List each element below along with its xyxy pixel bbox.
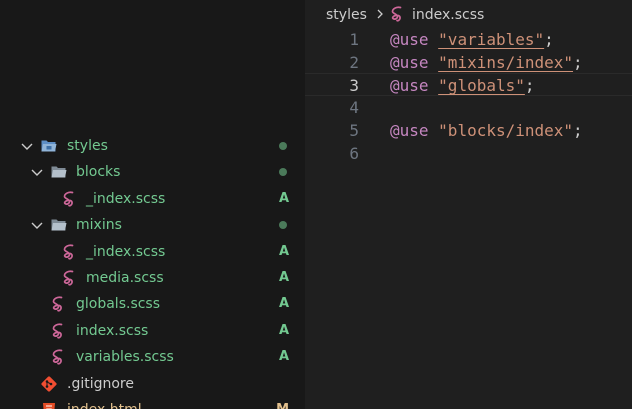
sass-icon [52, 349, 63, 365]
code-line-2[interactable]: 2 @use "mixins/index"; [305, 51, 632, 74]
semicolon: ; [573, 121, 583, 140]
code-text: @use "variables"; [390, 30, 554, 49]
file-label: variables.scss [76, 349, 174, 365]
folder-label: styles [67, 138, 108, 154]
git-status-badge: A [278, 323, 289, 338]
sass-icon [52, 296, 63, 312]
code-editor[interactable]: styles index.scss 1 @use "variables"; 2 … [305, 0, 632, 409]
line-number: 4 [349, 98, 359, 117]
code-line-1[interactable]: 1 @use "variables"; [305, 28, 632, 51]
file-index-html[interactable]: index.html M [0, 397, 305, 409]
file-variables-scss[interactable]: variables.scss A [0, 344, 305, 370]
import-path-link[interactable]: "variables" [438, 30, 544, 49]
folder-open-blue-icon [41, 140, 57, 152]
sass-icon [391, 6, 402, 22]
file-index-scss[interactable]: index.scss A [0, 318, 305, 344]
chevron-right-icon [377, 9, 383, 19]
folder-mixins[interactable]: mixins [0, 212, 305, 238]
file-blocks-index-scss[interactable]: _index.scss A [0, 186, 305, 212]
sass-icon [63, 270, 74, 286]
keyword: @use [390, 121, 429, 140]
file-label: index.scss [76, 323, 149, 339]
line-number: 5 [349, 121, 359, 140]
semicolon: ; [524, 76, 535, 95]
semicolon: ; [573, 53, 583, 72]
explorer-sidebar: styles blocks _index.scss A mixins _inde… [0, 0, 305, 409]
import-path-link[interactable]: "globals" [438, 76, 525, 95]
file-label: _index.scss [86, 191, 166, 207]
sass-icon [63, 191, 74, 207]
folder-label: blocks [76, 164, 121, 180]
sass-icon [52, 323, 63, 339]
git-icon [41, 376, 57, 392]
code-line-4[interactable]: 4 [305, 96, 632, 119]
file-label: .gitignore [67, 376, 134, 392]
code-text: @use "globals"; [390, 76, 535, 95]
code-text: @use "blocks/index"; [390, 121, 583, 140]
folder-styles[interactable]: styles [0, 133, 305, 159]
file-globals-scss[interactable]: globals.scss A [0, 291, 305, 317]
git-status-badge: A [278, 244, 289, 259]
git-status-badge: M [276, 401, 289, 409]
line-number: 1 [349, 30, 359, 49]
keyword: @use [390, 30, 429, 49]
status-dot [279, 168, 287, 176]
line-number: 6 [349, 144, 359, 163]
breadcrumb-file[interactable]: index.scss [412, 6, 484, 24]
folder-open-icon [51, 219, 67, 231]
folder-blocks[interactable]: blocks [0, 159, 305, 185]
file-label: globals.scss [76, 296, 161, 312]
folder-open-icon [51, 166, 67, 178]
status-dot [279, 142, 287, 150]
git-status-badge: A [278, 270, 289, 285]
code-line-3[interactable]: 3 @use "globals"; [305, 73, 632, 96]
file-label: _index.scss [86, 244, 166, 260]
line-number: 3 [349, 76, 359, 95]
import-path: "blocks/index" [438, 121, 574, 140]
chevron-down-icon [31, 169, 43, 176]
code-line-5[interactable]: 5 @use "blocks/index"; [305, 119, 632, 142]
chevron-down-icon [31, 222, 43, 229]
folder-label: mixins [76, 217, 122, 233]
semicolon: ; [544, 30, 554, 49]
status-dot [279, 221, 287, 229]
breadcrumb: styles index.scss [305, 0, 632, 30]
line-number: 2 [349, 53, 359, 72]
keyword: @use [390, 53, 429, 72]
git-status-badge: A [278, 191, 289, 206]
file-mixins-index-scss[interactable]: _index.scss A [0, 239, 305, 265]
file-label: index.html [67, 401, 142, 409]
html-icon [43, 403, 55, 409]
git-status-badge: A [278, 349, 289, 364]
file-label: media.scss [86, 270, 164, 286]
keyword: @use [390, 76, 429, 95]
code-text: @use "mixins/index"; [390, 53, 583, 72]
breadcrumb-folder[interactable]: styles [326, 6, 367, 24]
code-line-6[interactable]: 6 [305, 142, 632, 165]
git-status-badge: A [278, 296, 289, 311]
import-path-link[interactable]: "mixins/index" [438, 53, 573, 72]
sass-icon [63, 244, 74, 260]
chevron-down-icon [21, 143, 33, 150]
file-gitignore[interactable]: .gitignore [0, 371, 305, 397]
file-media-scss[interactable]: media.scss A [0, 265, 305, 291]
